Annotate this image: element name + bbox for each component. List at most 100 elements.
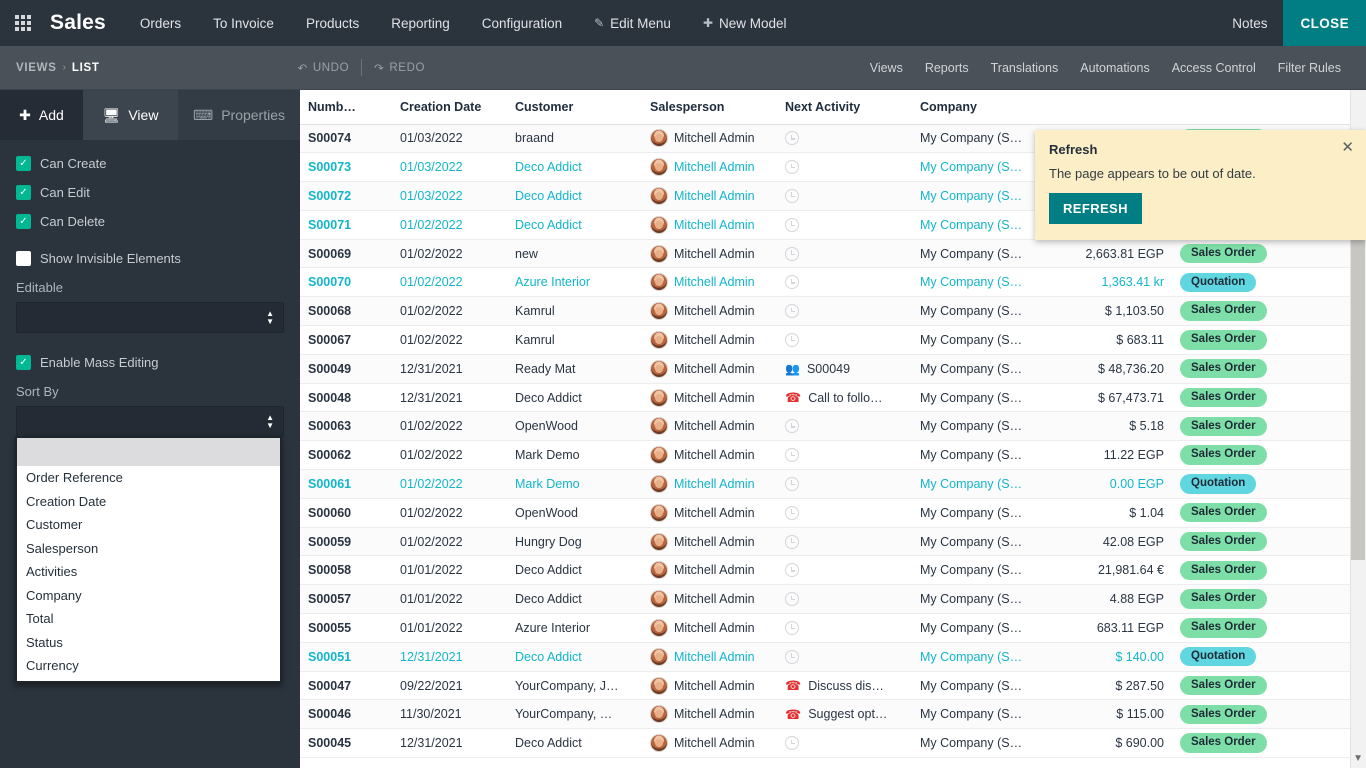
checkbox-can-edit[interactable]: ✓: [16, 185, 31, 200]
cell-next-activity[interactable]: [777, 239, 912, 269]
link-filter-rules[interactable]: Filter Rules: [1267, 61, 1352, 75]
nav-item-orders[interactable]: Orders: [124, 0, 197, 46]
cell-number[interactable]: S00062: [300, 440, 392, 471]
cell-number[interactable]: S00071: [300, 210, 392, 240]
sort-by-select[interactable]: ▲ ▼: [16, 406, 284, 437]
cell-next-activity[interactable]: [777, 210, 912, 240]
dropdown-option-company[interactable]: Company: [17, 584, 280, 608]
column-header-company[interactable]: Company: [912, 90, 1052, 125]
column-header-status[interactable]: [1172, 90, 1312, 125]
nav-item-to-invoice[interactable]: To Invoice: [197, 0, 290, 46]
cell-number[interactable]: S00074: [300, 124, 392, 154]
link-reports[interactable]: Reports: [914, 61, 980, 75]
cell-next-activity[interactable]: [777, 181, 912, 211]
cell-next-activity[interactable]: ☎ Discuss dis…: [777, 671, 912, 701]
cell-number[interactable]: S00047: [300, 671, 392, 701]
table-row[interactable]: S00068 01/02/2022 Kamrul Mitchell Admin My C…: [300, 296, 1366, 327]
apps-grid-icon[interactable]: [0, 0, 46, 46]
breadcrumb-views[interactable]: VIEWS: [16, 62, 57, 74]
close-x-icon[interactable]: ✕: [1341, 140, 1354, 155]
cell-number[interactable]: S00049: [300, 354, 392, 384]
tab-view[interactable]: 🖥 View: [83, 90, 178, 140]
table-row[interactable]: S00067 01/02/2022 Kamrul Mitchell Admin My C…: [300, 325, 1366, 355]
table-row[interactable]: S00060 01/02/2022 OpenWood Mitchell Admin My…: [300, 498, 1366, 528]
cell-next-activity[interactable]: [777, 498, 912, 528]
cell-next-activity[interactable]: [777, 152, 912, 183]
dropdown-option-total[interactable]: Total: [17, 607, 280, 631]
cell-number[interactable]: S00061: [300, 469, 392, 499]
table-row[interactable]: S00069 01/02/2022 new Mitchell Admin My Comp…: [300, 239, 1366, 269]
nav-item-products[interactable]: Products: [290, 0, 375, 46]
cell-number[interactable]: S00063: [300, 411, 392, 442]
cell-number[interactable]: S00068: [300, 296, 392, 327]
option-can-edit[interactable]: ✓ Can Edit: [16, 185, 284, 200]
link-automations[interactable]: Automations: [1069, 61, 1160, 75]
cell-next-activity[interactable]: 👥 S00049: [777, 354, 912, 384]
cell-number[interactable]: S00055: [300, 613, 392, 643]
checkbox-can-create[interactable]: ✓: [16, 156, 31, 171]
table-row[interactable]: S00047 09/22/2021 YourCompany, J… Mitchell …: [300, 671, 1366, 701]
table-row[interactable]: S00070 01/02/2022 Azure Interior Mitchell A…: [300, 267, 1366, 298]
dropdown-option-customer[interactable]: Customer: [17, 513, 280, 537]
cell-next-activity[interactable]: [777, 728, 912, 759]
link-translations[interactable]: Translations: [980, 61, 1070, 75]
option-enable-mass-editing[interactable]: ✓ Enable Mass Editing: [16, 355, 284, 370]
cell-next-activity[interactable]: [777, 584, 912, 615]
cell-number[interactable]: S00051: [300, 642, 392, 672]
link-views[interactable]: Views: [859, 61, 914, 75]
sort-by-dropdown[interactable]: Order Reference Creation Date Customer S…: [15, 436, 282, 683]
dropdown-option-creation-date[interactable]: Creation Date: [17, 490, 280, 514]
table-row[interactable]: S00055 01/01/2022 Azure Interior Mitchell A…: [300, 613, 1366, 643]
option-can-create[interactable]: ✓ Can Create: [16, 156, 284, 171]
dropdown-option-activities[interactable]: Activities: [17, 560, 280, 584]
option-can-delete[interactable]: ✓ Can Delete: [16, 214, 284, 229]
cell-next-activity[interactable]: [777, 440, 912, 471]
table-row[interactable]: S00051 12/31/2021 Deco Addict Mitchell Admi…: [300, 642, 1366, 672]
cell-number[interactable]: S00072: [300, 181, 392, 211]
table-row[interactable]: S00063 01/02/2022 OpenWood Mitchell Admin My…: [300, 411, 1366, 442]
tab-properties[interactable]: ⌨ Properties: [178, 90, 300, 140]
cell-number[interactable]: S00069: [300, 239, 392, 269]
notes-button[interactable]: Notes: [1216, 0, 1283, 46]
cell-number[interactable]: S00059: [300, 527, 392, 557]
table-row[interactable]: S00062 01/02/2022 Mark Demo Mitchell Admin M…: [300, 440, 1366, 471]
cell-number[interactable]: S00067: [300, 325, 392, 355]
column-header-creation-date[interactable]: Creation Date: [392, 90, 507, 125]
column-header-total[interactable]: [1052, 90, 1172, 125]
column-header-salesperson[interactable]: Salesperson: [642, 90, 777, 125]
link-access-control[interactable]: Access Control: [1161, 61, 1267, 75]
checkbox-enable-mass-editing[interactable]: ✓: [16, 355, 31, 370]
cell-next-activity[interactable]: ☎ Suggest opt…: [777, 699, 912, 730]
table-row[interactable]: S00045 12/31/2021 Deco Addict Mitchell Admi…: [300, 728, 1366, 759]
cell-number[interactable]: S00046: [300, 699, 392, 730]
cell-next-activity[interactable]: [777, 124, 912, 154]
editable-select[interactable]: ▲ ▼: [16, 302, 284, 333]
refresh-button[interactable]: REFRESH: [1049, 193, 1142, 224]
chevron-down-icon[interactable]: ▼: [1353, 753, 1363, 764]
table-row[interactable]: S00046 11/30/2021 YourCompany, … Mitchell A…: [300, 699, 1366, 730]
cell-number[interactable]: S00048: [300, 383, 392, 413]
cell-number[interactable]: S00058: [300, 555, 392, 586]
tab-add[interactable]: ✚ Add: [0, 90, 83, 140]
table-row[interactable]: S00057 01/01/2022 Deco Addict Mitchell Admi…: [300, 584, 1366, 615]
cell-next-activity[interactable]: [777, 555, 912, 586]
dropdown-option-currency[interactable]: Currency: [17, 654, 280, 678]
cell-next-activity[interactable]: [777, 527, 912, 557]
table-row[interactable]: S00048 12/31/2021 Deco Addict Mitchell Admi…: [300, 383, 1366, 413]
checkbox-can-delete[interactable]: ✓: [16, 214, 31, 229]
cell-number[interactable]: S00060: [300, 498, 392, 528]
cell-number[interactable]: S00045: [300, 728, 392, 759]
cell-next-activity[interactable]: [777, 642, 912, 672]
table-row[interactable]: S00058 01/01/2022 Deco Addict Mitchell Admi…: [300, 555, 1366, 586]
cell-next-activity[interactable]: [777, 296, 912, 327]
edit-menu-button[interactable]: ✎ Edit Menu: [578, 0, 687, 46]
cell-next-activity[interactable]: [777, 267, 912, 298]
cell-number[interactable]: S00073: [300, 152, 392, 183]
cell-next-activity[interactable]: [777, 411, 912, 442]
checkbox-show-invisible-elements[interactable]: [16, 251, 31, 266]
column-header-next-activity[interactable]: Next Activity: [777, 90, 912, 125]
dropdown-option-status[interactable]: Status: [17, 631, 280, 655]
cell-number[interactable]: S00057: [300, 584, 392, 615]
nav-item-reporting[interactable]: Reporting: [375, 0, 466, 46]
close-button[interactable]: CLOSE: [1283, 0, 1366, 46]
